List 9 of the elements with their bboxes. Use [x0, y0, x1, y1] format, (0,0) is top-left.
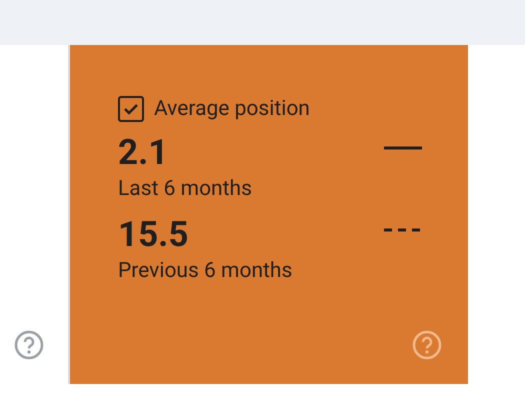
metric-card[interactable]: Average position 2.1 Last 6 months 15.5 Previous 6 months — [70, 45, 468, 384]
checkbox[interactable] — [118, 96, 144, 122]
metric-value: 2.1 — [118, 131, 170, 175]
metric-value: 15.5 — [118, 213, 190, 257]
period-caption: Previous 6 months — [118, 258, 292, 285]
help-icon[interactable] — [412, 330, 442, 360]
metric-label: Average position — [154, 96, 310, 123]
help-icon[interactable] — [14, 330, 44, 360]
period-caption: Last 6 months — [118, 176, 252, 203]
